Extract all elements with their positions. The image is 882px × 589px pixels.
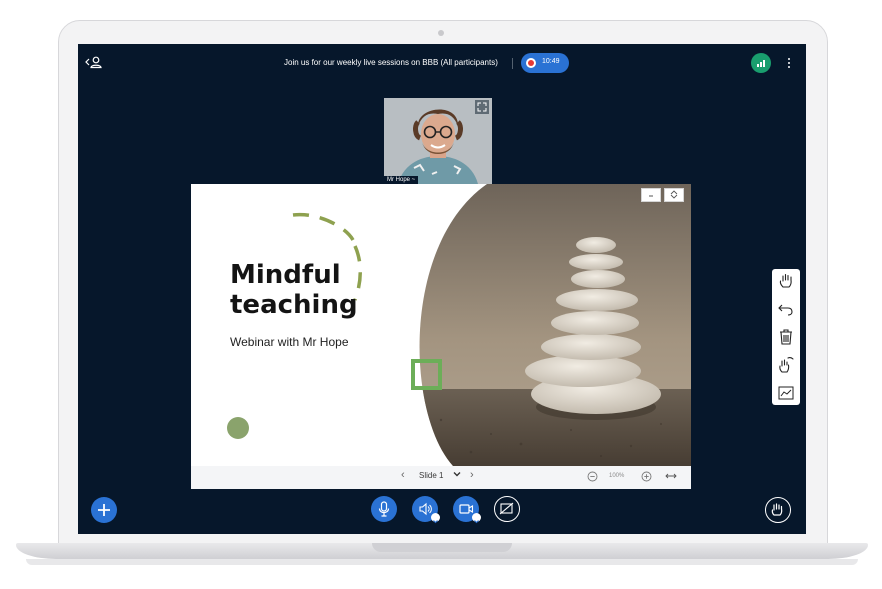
decor-square [411, 359, 442, 390]
hand-icon[interactable] [776, 271, 796, 291]
undo-icon[interactable] [776, 299, 796, 319]
expand-icon[interactable] [475, 100, 489, 114]
recording-time: 10:49 [542, 58, 560, 65]
trash-icon[interactable] [776, 327, 796, 347]
zoom-in-icon[interactable] [641, 471, 652, 484]
screenshare-off-icon[interactable] [494, 496, 520, 522]
chevron-right-icon[interactable]: › [470, 469, 474, 481]
title-divider [512, 58, 513, 69]
meeting-title: Join us for our weekly live sessions on … [284, 58, 498, 67]
chevron-left-icon[interactable]: ‹ [401, 469, 405, 481]
whiteboard-toolbar [772, 269, 800, 405]
laptop-shadow [26, 559, 858, 565]
multi-user-whiteboard-icon[interactable] [776, 355, 796, 375]
slide-select[interactable]: Slide 1 [419, 471, 443, 480]
microphone-icon[interactable] [371, 496, 397, 522]
chevron-down-icon[interactable] [453, 470, 461, 480]
user-list-icon[interactable] [84, 54, 104, 70]
decor-dot [227, 417, 249, 439]
raise-hand-icon[interactable] [765, 497, 791, 523]
plus-icon[interactable] [91, 497, 117, 523]
connection-status-icon[interactable] [751, 53, 771, 73]
audio-settings-badge[interactable] [431, 513, 440, 524]
slide-title: Mindful teaching [230, 260, 358, 320]
more-vertical-icon[interactable] [781, 54, 797, 72]
fit-width-icon[interactable] [665, 472, 677, 482]
chart-icon[interactable] [776, 383, 796, 403]
fullscreen-icon[interactable] [664, 188, 684, 202]
minimize-icon[interactable] [641, 188, 661, 202]
webcam-user-label: Mr Hope ~ [384, 176, 419, 184]
zoom-level: 100% [609, 473, 625, 479]
zoom-out-icon[interactable] [587, 471, 598, 484]
laptop-notch [372, 543, 512, 552]
laptop-camera [438, 30, 444, 36]
slide-subtitle: Webinar with Mr Hope [230, 335, 349, 349]
record-icon [526, 58, 536, 68]
camera-settings-badge[interactable] [472, 513, 481, 524]
bbb-meeting-screen: Join us for our weekly live sessions on … [78, 44, 806, 534]
presentation-area[interactable]: Mindful teaching Webinar with Mr Hope [191, 184, 691, 466]
slide-graphic [292, 184, 691, 466]
presentation-toolbar: ‹ Slide 1 › 100% [191, 466, 691, 489]
recording-indicator[interactable]: 10:49 [521, 53, 569, 73]
